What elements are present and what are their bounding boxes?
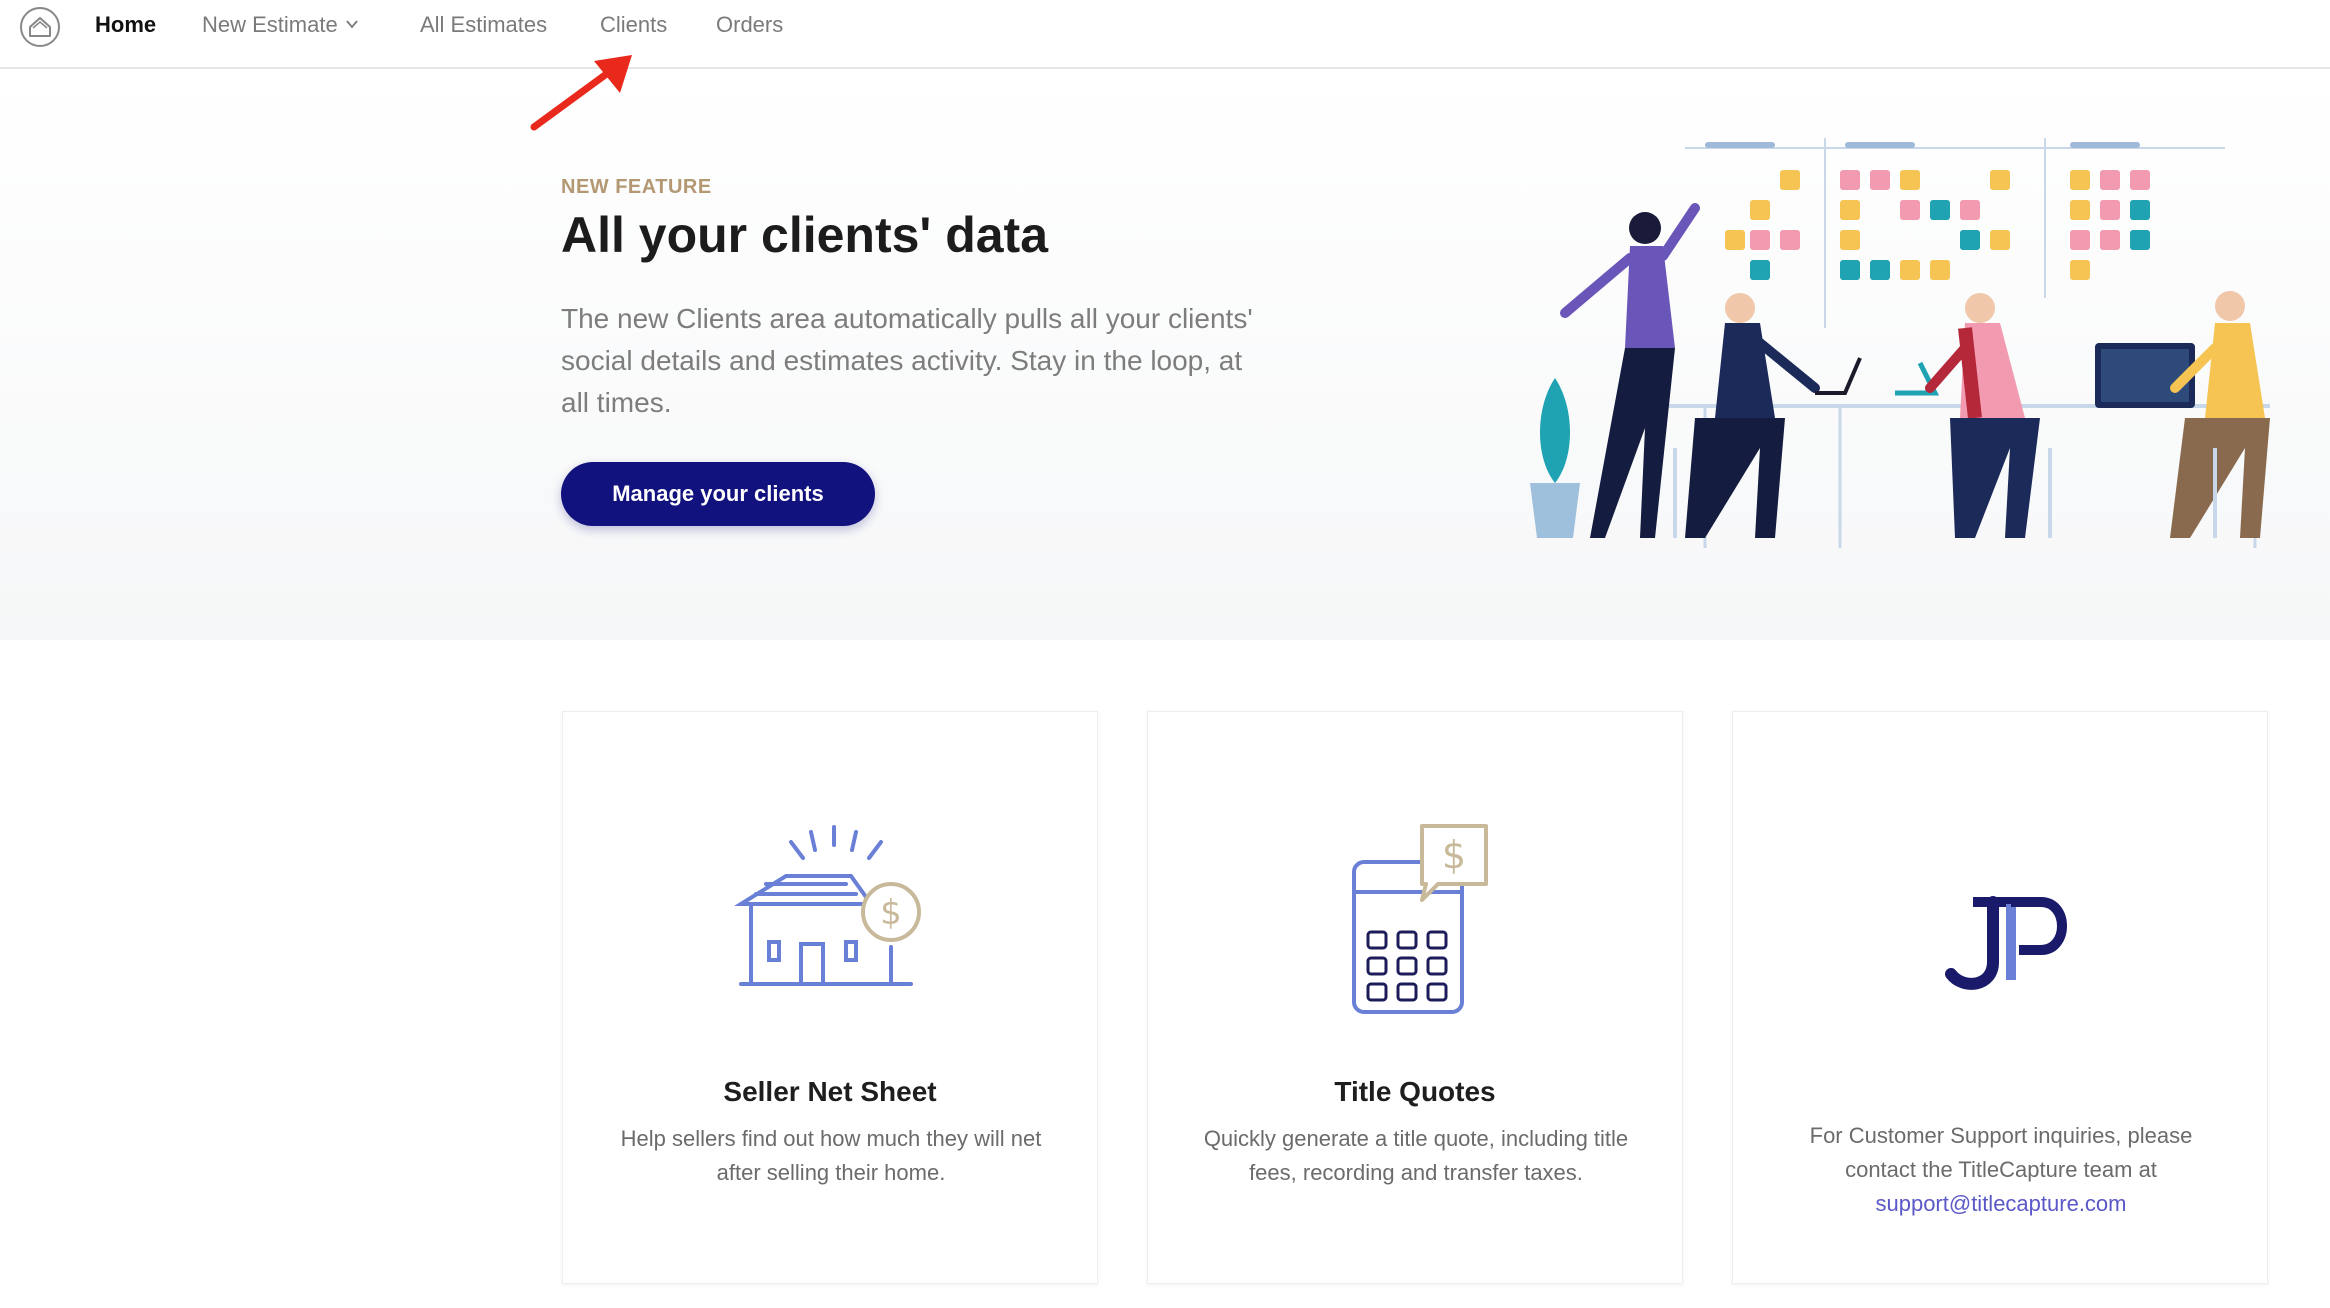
svg-text:$: $ <box>880 893 902 933</box>
card-description: Help sellers find out how much they will… <box>620 1126 1042 1185</box>
team-office-illustration <box>1530 138 2270 548</box>
nav-clients[interactable]: Clients <box>600 12 667 38</box>
top-nav: Home New Estimate All Estimates Clients … <box>0 0 2330 69</box>
support-description: For Customer Support inquiries, please c… <box>1809 1123 2193 1182</box>
manage-clients-button[interactable]: Manage your clients <box>561 462 875 526</box>
chevron-down-icon <box>346 20 358 29</box>
nav-new-estimate[interactable]: New Estimate <box>202 12 358 38</box>
nav-home[interactable]: Home <box>95 12 156 38</box>
card-title: Seller Net Sheet <box>723 1076 937 1107</box>
card-description: Quickly generate a title quote, includin… <box>1203 1126 1629 1185</box>
seller-net-sheet-card[interactable]: $ Seller Net Sheet Help sellers find out… <box>562 711 1098 1284</box>
calculator-dollar-icon: $ <box>1352 824 1488 1014</box>
support-email-link[interactable]: support@titlecapture.com <box>1773 1187 2229 1221</box>
nav-all-estimates[interactable]: All Estimates <box>420 12 547 38</box>
nav-new-estimate-label: New Estimate <box>202 12 338 37</box>
card-title: Title Quotes <box>1334 1076 1496 1107</box>
hero-title: All your clients' data <box>561 207 1049 263</box>
house-dollar-icon: $ <box>734 825 921 986</box>
red-arrow-annotation <box>530 55 632 131</box>
nav-orders[interactable]: Orders <box>716 12 783 38</box>
support-text: For Customer Support inquiries, please c… <box>1773 1119 2229 1221</box>
customer-support-card: For Customer Support inquiries, please c… <box>1732 711 2268 1284</box>
jp-logo <box>1945 896 2067 990</box>
svg-text:$: $ <box>1442 833 1466 877</box>
home-logo-icon[interactable] <box>19 6 61 48</box>
hero-description: The new Clients area automatically pulls… <box>561 303 1253 418</box>
title-quotes-card[interactable]: $ Title Quotes Quickly generate a title … <box>1147 711 1683 1284</box>
hero-eyebrow: NEW FEATURE <box>561 176 712 198</box>
